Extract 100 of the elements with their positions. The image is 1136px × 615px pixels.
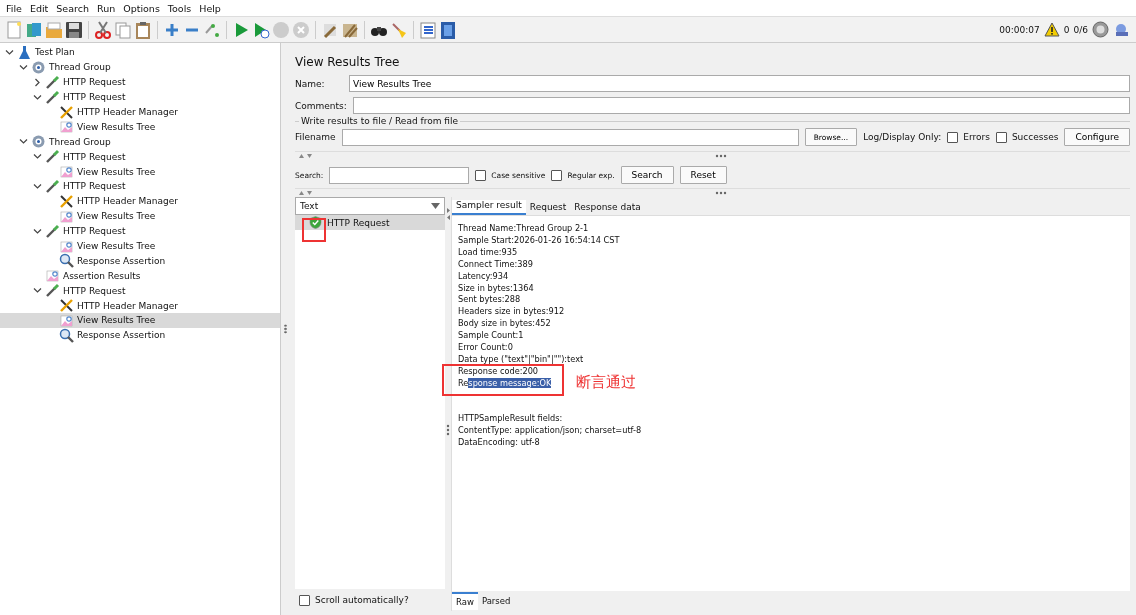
tab[interactable]: Raw bbox=[452, 592, 478, 610]
tree-item[interactable]: HTTP Header Manager bbox=[0, 104, 280, 120]
save-icon[interactable] bbox=[65, 20, 83, 39]
menu-item[interactable]: Options bbox=[119, 2, 164, 14]
tree-item[interactable]: View Results Tree bbox=[0, 313, 280, 328]
play-no-pause-icon[interactable] bbox=[252, 20, 270, 39]
result-line: Data type ("text"|"bin"|""):text bbox=[458, 353, 584, 366]
tree-item[interactable]: HTTP Request bbox=[0, 74, 280, 90]
tree-item[interactable]: Response Assertion bbox=[0, 327, 280, 343]
tree-item[interactable]: Response Assertion bbox=[0, 253, 280, 269]
collapse-chevron-icon[interactable] bbox=[32, 77, 42, 87]
result-line: Error Count:0 bbox=[458, 342, 513, 354]
expand-chevron-icon[interactable] bbox=[32, 286, 42, 296]
menu-item[interactable]: Run bbox=[92, 2, 120, 14]
pipette-icon bbox=[45, 223, 60, 239]
warning-icon bbox=[1043, 22, 1060, 37]
tree-item[interactable]: HTTP Header Manager bbox=[0, 298, 280, 314]
expand-chevron-icon[interactable] bbox=[32, 181, 42, 191]
graph-icon bbox=[59, 164, 74, 180]
search-button[interactable]: Search bbox=[620, 166, 674, 184]
scissors-icon[interactable] bbox=[94, 20, 112, 39]
graph-icon bbox=[45, 268, 60, 284]
field-label: Name: bbox=[295, 78, 326, 89]
dropdown-caret-icon bbox=[431, 203, 440, 209]
tools-icon bbox=[59, 104, 74, 120]
collapse-arrows-icon bbox=[298, 153, 314, 159]
result-line: Thread Name:Thread Group 2-1 bbox=[458, 223, 589, 235]
reset-button[interactable]: Reset bbox=[679, 166, 727, 184]
templates-icon[interactable] bbox=[25, 20, 43, 39]
name-field[interactable]: View Results Tree bbox=[349, 75, 1130, 92]
result-line: ContentType: application/json; charset=utf-8 bbox=[458, 425, 642, 438]
tools-icon bbox=[59, 298, 74, 314]
checkbox[interactable]: Errors bbox=[947, 131, 990, 143]
result-line: Sent bytes:288 bbox=[458, 294, 521, 307]
tab[interactable]: Parsed bbox=[477, 593, 515, 609]
expand-chevron-icon[interactable] bbox=[4, 47, 14, 57]
tree-item[interactable]: HTTP Request bbox=[0, 223, 280, 239]
gear-icon bbox=[31, 134, 46, 150]
list-icon[interactable] bbox=[419, 20, 437, 39]
configure-button[interactable]: Configure bbox=[1064, 128, 1130, 146]
pipette-icon bbox=[45, 178, 60, 194]
gear-icon bbox=[31, 59, 46, 75]
tab[interactable]: Request bbox=[525, 202, 571, 215]
tree-item[interactable]: HTTP Request bbox=[0, 89, 280, 105]
graph-icon bbox=[59, 119, 74, 135]
tree-item[interactable]: HTTP Request bbox=[0, 149, 280, 165]
splitter-grip[interactable] bbox=[283, 324, 287, 334]
grip-icon bbox=[446, 424, 450, 436]
tree-item[interactable]: Assertion Results bbox=[0, 268, 280, 284]
expand-chevron-icon[interactable] bbox=[32, 226, 42, 236]
clipboard-icon[interactable] bbox=[134, 20, 152, 39]
magnifier-icon bbox=[59, 327, 74, 343]
pipette-icon bbox=[45, 74, 60, 90]
filename-field[interactable] bbox=[341, 128, 799, 146]
result-line: Load time:935 bbox=[458, 246, 518, 259]
renderer-dropdown[interactable]: Text bbox=[295, 197, 445, 215]
grip-icon bbox=[714, 154, 727, 158]
tree-item[interactable]: Thread Group bbox=[0, 59, 280, 75]
comments-field[interactable] bbox=[352, 97, 1130, 114]
tree-item[interactable]: Test Plan bbox=[0, 45, 280, 60]
flask-icon bbox=[17, 44, 32, 60]
tree-item[interactable]: View Results Tree bbox=[0, 238, 280, 254]
tools-icon bbox=[59, 193, 74, 209]
menu-item[interactable]: Edit bbox=[25, 2, 53, 14]
tree-item[interactable]: HTTP Request bbox=[0, 283, 280, 299]
graph-icon bbox=[59, 208, 74, 224]
menu-item[interactable]: File bbox=[2, 2, 26, 14]
result-line: DataEncoding: utf-8 bbox=[458, 437, 540, 450]
expand-chevron-icon[interactable] bbox=[18, 62, 28, 72]
result-line: Latency:934 bbox=[458, 270, 509, 283]
checkbox[interactable]: Successes bbox=[995, 131, 1059, 143]
menu-item[interactable]: Help bbox=[195, 2, 225, 14]
result-line: Sample Start:2026-01-26 16:54:14 CST bbox=[458, 234, 620, 247]
tree-item[interactable]: HTTP Header Manager bbox=[0, 193, 280, 209]
field-label: Log/Display Only: bbox=[863, 132, 942, 142]
tree-item[interactable]: View Results Tree bbox=[0, 119, 280, 135]
result-line: Connect Time:389 bbox=[458, 258, 533, 271]
thread-count: 0/6 bbox=[1073, 24, 1088, 35]
graph-icon bbox=[59, 313, 74, 328]
menu-item[interactable]: Search bbox=[52, 2, 93, 14]
menu-item[interactable]: Tools bbox=[163, 2, 196, 14]
sample-item[interactable]: HTTP Request bbox=[295, 215, 445, 230]
elapsed-time: 00:00:07 bbox=[999, 24, 1040, 35]
graph-icon bbox=[59, 238, 74, 254]
search-field[interactable] bbox=[329, 166, 470, 184]
expand-chevron-icon[interactable] bbox=[18, 137, 28, 147]
tree-item[interactable]: Thread Group bbox=[0, 134, 280, 150]
tab[interactable]: Sampler result bbox=[452, 200, 526, 215]
expand-chevron-icon[interactable] bbox=[32, 92, 42, 102]
tab[interactable]: Response data bbox=[570, 202, 645, 215]
tree-item[interactable]: View Results Tree bbox=[0, 208, 280, 224]
result-line: HTTPSampleResult fields: bbox=[458, 413, 563, 426]
group-title: Write results to file / Read from file bbox=[299, 116, 460, 126]
tree-item[interactable]: View Results Tree bbox=[0, 164, 280, 179]
status-indicator-icon bbox=[1092, 21, 1109, 38]
tree-item[interactable]: HTTP Request bbox=[0, 179, 280, 194]
pipette-icon bbox=[45, 283, 60, 299]
result-line: Headers size in bytes:912 bbox=[458, 306, 565, 319]
expand-chevron-icon[interactable] bbox=[32, 152, 42, 162]
result-line: Body size in bytes:452 bbox=[458, 318, 551, 331]
